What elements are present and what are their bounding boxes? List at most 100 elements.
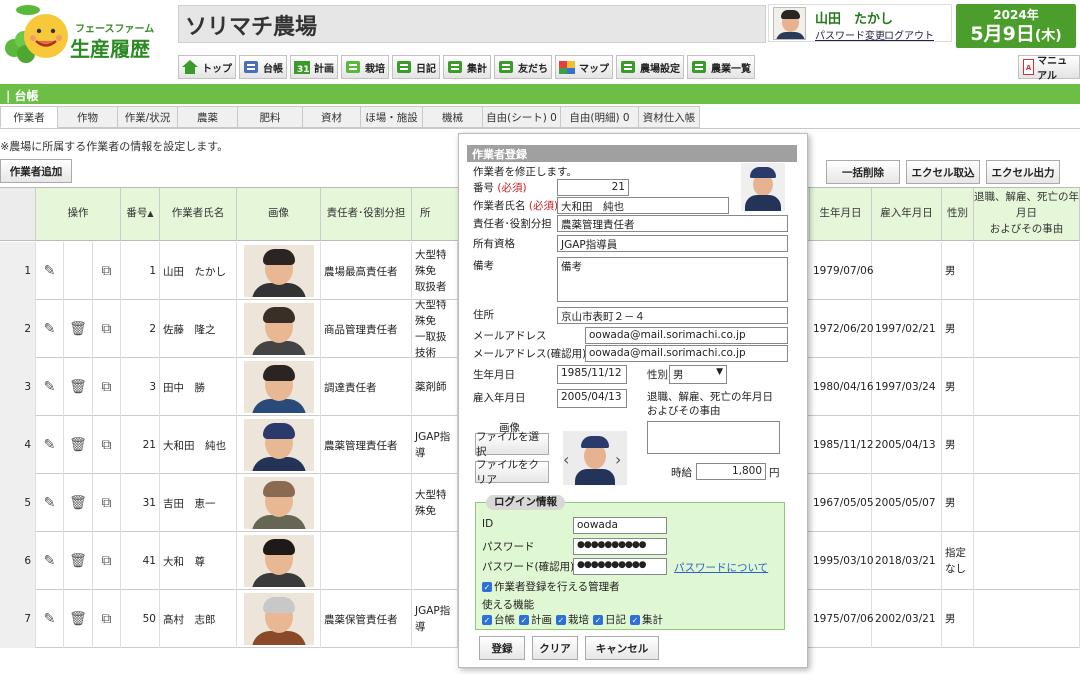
trash-icon[interactable]: 🗑: [69, 495, 87, 511]
nav-farm-settings[interactable]: 農場設定: [616, 55, 684, 79]
tab-8[interactable]: 機械: [423, 106, 483, 128]
login-id-field[interactable]: oowada: [573, 517, 667, 534]
cell-qual: 薬剤師: [412, 358, 458, 416]
cell-name: 山田 たかし: [160, 242, 237, 300]
chevron-down-icon: ▼: [716, 367, 723, 377]
edit-icon[interactable]: ✎: [44, 553, 56, 569]
chevron-left-icon[interactable]: ‹: [563, 450, 569, 469]
cell-birth: 1979/07/06: [810, 242, 874, 300]
tab-6[interactable]: 資材: [303, 106, 361, 128]
birth-date-field[interactable]: 1985/11/12: [557, 365, 627, 384]
password-change-link[interactable]: パスワード変更: [815, 27, 885, 42]
manual-label: マニュアル: [1037, 56, 1068, 82]
admin-checkbox[interactable]: ✓ 作業者登録を行える管理者: [482, 579, 620, 594]
retire-field[interactable]: [647, 421, 780, 454]
header-hire: 雇入年月日: [872, 188, 942, 241]
copy-icon[interactable]: ⧉: [102, 437, 112, 453]
app-logo[interactable]: フェースファーム 生産履歴: [0, 0, 170, 78]
trash-icon[interactable]: 🗑: [69, 437, 87, 453]
nav-spreadsheet[interactable]: 集計: [443, 55, 491, 79]
nav-ledger[interactable]: 台帳: [239, 55, 287, 79]
nav-label: 日記: [416, 63, 436, 75]
spreadsheet-icon: [445, 58, 465, 76]
trash-icon[interactable]: 🗑: [69, 611, 87, 627]
copy-icon[interactable]: ⧉: [102, 611, 112, 627]
nav-calendar[interactable]: 31 計画: [290, 55, 338, 79]
register-button[interactable]: 登録: [479, 636, 525, 660]
password-label: パスワード: [482, 541, 535, 553]
add-worker-button[interactable]: 作業者追加: [0, 159, 72, 183]
copy-icon[interactable]: ⧉: [102, 321, 112, 337]
email-confirm-field[interactable]: oowada@mail.sorimachi.co.jp: [585, 345, 788, 362]
edit-icon[interactable]: ✎: [44, 263, 56, 279]
feature-checkbox[interactable]: ✓ 栽培: [556, 612, 589, 627]
trash-icon[interactable]: 🗑: [69, 553, 87, 569]
feature-checkbox[interactable]: ✓ 計画: [519, 612, 552, 627]
header-number[interactable]: 番号 ▲: [121, 188, 160, 241]
worker-photo: [243, 361, 314, 413]
email-field[interactable]: oowada@mail.sorimachi.co.jp: [585, 327, 788, 344]
trash-icon[interactable]: 🗑: [69, 379, 87, 395]
nav-home[interactable]: トップ: [178, 55, 236, 79]
number-field[interactable]: 21: [557, 179, 629, 196]
wage-field[interactable]: 1,800: [696, 463, 766, 480]
cell-qual: 大型特殊免 一取扱技術: [412, 300, 458, 358]
tab-7[interactable]: ほ場・施設: [361, 106, 423, 128]
nav-map[interactable]: マップ: [555, 55, 613, 79]
op-cell: 🗑: [64, 532, 93, 590]
role-field[interactable]: 農薬管理責任者: [557, 215, 788, 232]
excel-export-button[interactable]: エクセル出力: [986, 160, 1060, 184]
clear-button[interactable]: クリア: [532, 636, 578, 660]
header-gender: 性別: [942, 188, 974, 241]
hire-date-field[interactable]: 2005/04/13: [557, 389, 627, 408]
logout-link[interactable]: ログアウト: [884, 27, 934, 42]
tab-10[interactable]: 自由(明細) 0: [561, 106, 639, 128]
edit-icon[interactable]: ✎: [44, 321, 56, 337]
tab-9[interactable]: 自由(シート) 0: [483, 106, 561, 128]
feature-checkbox[interactable]: ✓ 台帳: [482, 612, 515, 627]
tab-5[interactable]: 肥料: [238, 106, 303, 128]
cell-role: [321, 474, 412, 532]
password-confirm-field[interactable]: ●●●●●●●●●●: [573, 558, 667, 575]
nav-label: トップ: [202, 63, 232, 75]
tab-1[interactable]: 作業者: [0, 106, 58, 128]
tab-2[interactable]: 作物: [58, 106, 118, 128]
gender-select[interactable]: 男 ▼: [669, 365, 727, 384]
edit-icon[interactable]: ✎: [44, 495, 56, 511]
select-file-button[interactable]: ファイルを選択: [475, 431, 549, 458]
excel-import-button[interactable]: エクセル取込: [906, 160, 980, 184]
feature-checkbox[interactable]: ✓ 日記: [593, 612, 626, 627]
tab-4[interactable]: 農薬: [178, 106, 238, 128]
nav-farm-list[interactable]: 農業一覧: [687, 55, 755, 79]
copy-icon[interactable]: ⧉: [102, 263, 112, 279]
edit-icon[interactable]: ✎: [44, 379, 56, 395]
edit-icon[interactable]: ✎: [44, 611, 56, 627]
nav-sprout[interactable]: 栽培: [341, 55, 389, 79]
memo-field[interactable]: 備考: [557, 257, 788, 302]
copy-icon[interactable]: ⧉: [102, 553, 112, 569]
feature-checkbox[interactable]: ✓ 集計: [630, 612, 663, 627]
worker-photo: [243, 477, 314, 529]
cell-gender: 男: [942, 416, 974, 474]
op-cell: 🗑: [64, 474, 93, 532]
nav-diary[interactable]: 日記: [392, 55, 440, 79]
password-field[interactable]: ●●●●●●●●●●: [573, 538, 667, 555]
clear-file-button[interactable]: ファイルをクリア: [475, 459, 549, 486]
address-field[interactable]: 京山市表町２－４: [557, 307, 788, 324]
worker-edit-dialog: 作業者登録 作業者を修正します。 番号 (必須) 21 作業者氏名 (必須) 大…: [458, 133, 808, 668]
tab-11[interactable]: 資材仕入帳: [639, 106, 700, 128]
qualification-field[interactable]: JGAP指導員: [557, 235, 788, 252]
op-cell: ✎: [36, 590, 64, 648]
cancel-button[interactable]: キャンセル: [585, 636, 659, 660]
nav-friends[interactable]: 友だち: [494, 55, 552, 79]
trash-icon[interactable]: 🗑: [69, 321, 87, 337]
password-help-link[interactable]: パスワードについて: [674, 560, 768, 575]
tab-3[interactable]: 作業/状況: [118, 106, 178, 128]
worker-name-field[interactable]: 大和田 純也: [557, 197, 729, 214]
copy-icon[interactable]: ⧉: [102, 379, 112, 395]
edit-icon[interactable]: ✎: [44, 437, 56, 453]
bulk-delete-button[interactable]: 一括削除: [826, 160, 900, 184]
chevron-right-icon[interactable]: ›: [615, 450, 621, 469]
copy-icon[interactable]: ⧉: [102, 495, 112, 511]
manual-button[interactable]: A マニュアル: [1018, 55, 1080, 82]
